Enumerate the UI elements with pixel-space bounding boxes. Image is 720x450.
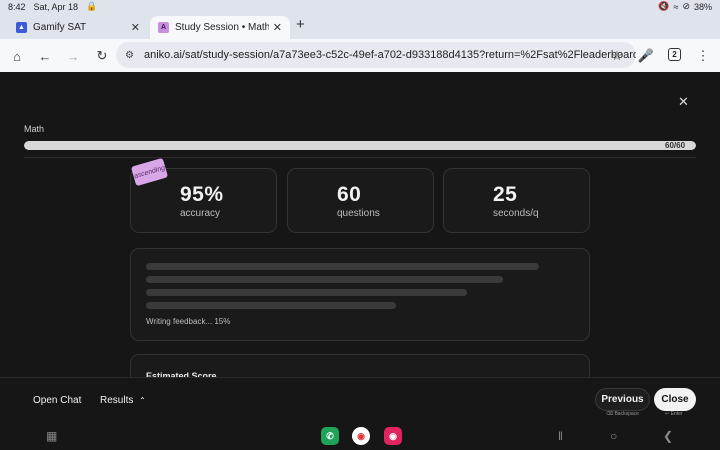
back-nav-icon[interactable]: ❮ <box>663 429 673 443</box>
stat-card-questions: 60 questions <box>287 168 434 233</box>
results-label: Results <box>100 395 134 406</box>
bookmark-star-icon[interactable]: ☆ <box>608 47 626 65</box>
skeleton-line <box>146 263 539 270</box>
results-toggle[interactable]: Results ⌃ <box>100 395 146 406</box>
battery-level: 38% <box>693 1 712 12</box>
chevron-up-icon: ⌃ <box>139 396 146 405</box>
divider <box>24 157 696 158</box>
previous-shortcut-hint: ⌫ Backspace <box>606 411 639 417</box>
aniko-icon: A <box>158 22 169 33</box>
hint-label: Backspace <box>614 411 639 417</box>
recents-icon[interactable]: ‖ <box>558 429 563 443</box>
tab-study-session[interactable]: A Study Session • Math • 0/60 ✕ <box>150 16 290 39</box>
close-tab-icon[interactable]: ✕ <box>131 21 140 34</box>
progress-fill <box>24 141 696 150</box>
microphone-icon[interactable]: 🎤 <box>637 47 655 65</box>
date: Sat, Apr 18 <box>33 1 79 12</box>
backspace-icon: ⌫ <box>606 411 614 417</box>
wifi-icon: ≈ <box>673 1 679 12</box>
session-progress-bar <box>24 141 696 150</box>
stat-value: 95% <box>180 183 224 206</box>
enter-icon: ↵ <box>665 411 670 417</box>
subject-label: Math <box>24 124 45 134</box>
url-text: aniko.ai/sat/study-session/a7a73ee3-c52c… <box>144 49 636 61</box>
mute-icon: 🔇 <box>658 1 670 11</box>
close-session-icon[interactable]: ✕ <box>678 94 689 110</box>
forward-icon[interactable]: → <box>64 47 82 65</box>
new-tab-icon[interactable]: + <box>296 16 305 33</box>
skeleton-line <box>146 302 396 309</box>
progress-count: 60/60 <box>665 141 686 150</box>
menu-icon[interactable]: ⋮ <box>694 47 712 65</box>
stat-value: 60 <box>337 183 362 206</box>
stat-value: 25 <box>493 183 518 206</box>
android-status-bar: 8:42 Sat, Apr 18 🔒 🔇 ≈ ⊘ 38% <box>0 0 720 13</box>
clock: 8:42 <box>8 1 26 12</box>
camera-app-icon[interactable]: ◉ <box>384 427 402 445</box>
close-tab-icon[interactable]: ✕ <box>273 21 282 34</box>
tab-gamify-sat[interactable]: ▲ Gamify SAT ✕ <box>8 16 148 39</box>
app-drawer-icon[interactable]: ▦ <box>46 429 57 443</box>
phone-app-icon[interactable]: ✆ <box>321 427 339 445</box>
open-chat-button[interactable]: Open Chat <box>33 395 81 406</box>
chrome-app-icon[interactable]: ◉ <box>352 427 370 445</box>
feedback-status: Writing feedback... 15% <box>146 317 231 326</box>
home-icon[interactable]: ⌂ <box>8 47 26 65</box>
tab-title: Gamify SAT <box>33 22 87 33</box>
skeleton-line <box>146 276 503 283</box>
lock-icon: 🔒 <box>86 1 98 11</box>
tab-title: Study Session • Math • 0/60 <box>175 22 269 33</box>
tab-switcher-button[interactable]: 2 <box>668 48 681 61</box>
site-settings-icon[interactable]: ⚙ <box>125 50 134 61</box>
stat-card-speed: 25 seconds/q <box>443 168 590 233</box>
dnd-icon: ⊘ <box>682 1 690 11</box>
previous-button[interactable]: Previous <box>595 388 650 411</box>
gamify-icon: ▲ <box>16 22 27 33</box>
stat-label: seconds/q <box>493 208 539 219</box>
back-icon[interactable]: ← <box>36 47 54 65</box>
stat-label: questions <box>337 208 380 219</box>
home-nav-icon[interactable]: ○ <box>610 429 617 443</box>
close-button[interactable]: Close <box>654 388 696 411</box>
skeleton-line <box>146 289 467 296</box>
reload-icon[interactable]: ↻ <box>93 47 111 65</box>
close-shortcut-hint: ↵ Enter <box>665 411 683 417</box>
address-bar[interactable]: ⚙ aniko.ai/sat/study-session/a7a73ee3-c5… <box>116 42 636 68</box>
stat-label: accuracy <box>180 208 221 219</box>
hint-label: Enter <box>670 411 683 417</box>
browser-tab-strip: ▲ Gamify SAT ✕ A Study Session • Math • … <box>0 13 720 39</box>
